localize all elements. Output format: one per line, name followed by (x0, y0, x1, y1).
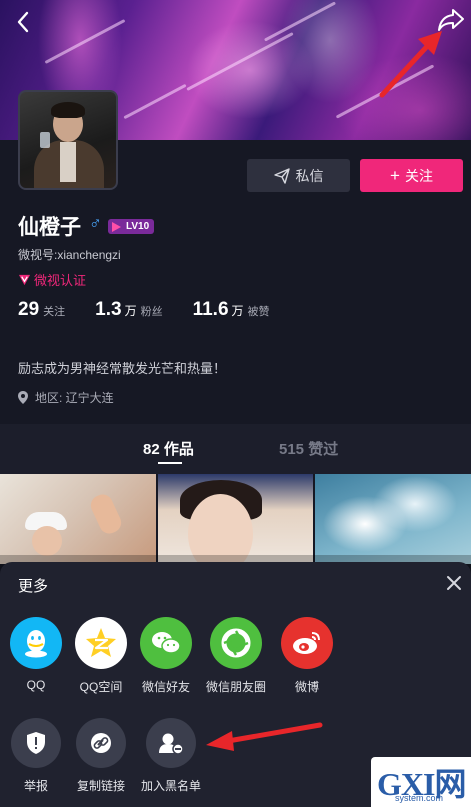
location-label: 地区: 辽宁大连 (35, 391, 114, 405)
add-to-blacklist-button[interactable]: 加入黑名单 (135, 718, 207, 794)
link-icon (76, 718, 126, 768)
wechat-icon (140, 617, 192, 669)
site-watermark-logo: GXI网 system.com (371, 757, 471, 807)
back-button[interactable] (10, 8, 38, 36)
share-label: 微博 (294, 680, 319, 694)
profile-name: 仙橙子 (18, 216, 81, 239)
share-label: 微信朋友圈 (205, 680, 266, 694)
blacklist-user-icon (146, 718, 196, 768)
profile-bio: 励志成为男神经常散发光芒和热量！ (18, 361, 227, 376)
share-qzone[interactable]: QQ空间 (65, 617, 137, 695)
avatar[interactable] (18, 90, 118, 190)
stat-fans[interactable]: 1.3 万 粉丝 (95, 299, 162, 321)
share-button[interactable] (436, 6, 466, 34)
share-weibo[interactable]: 微博 (271, 617, 343, 695)
message-button[interactable]: 私信 (247, 159, 350, 192)
stat-likes: 11.6 万 被赞 (193, 299, 270, 321)
tab-works[interactable]: 82 作品 (143, 438, 194, 459)
share-wechat-friend[interactable]: 微信好友 (130, 617, 202, 695)
content-tabs: 82 作品 515 赞过 (0, 424, 471, 474)
weibo-icon (281, 617, 333, 669)
watermark-sub: system.com (395, 793, 444, 803)
qzone-icon (75, 617, 127, 669)
close-button[interactable] (444, 573, 464, 593)
share-label: QQ (26, 678, 46, 692)
weishi-id: 微视号:xianchengzi (18, 248, 121, 262)
follow-button-label: 关注 (404, 167, 433, 184)
share-label: 微信好友 (141, 680, 190, 694)
male-gender-icon: ♂ (89, 214, 102, 233)
location-pin-icon (18, 391, 28, 404)
sheet-title: 更多 (18, 578, 49, 595)
action-label: 复制链接 (76, 779, 125, 793)
chevron-left-icon (17, 11, 29, 33)
report-button[interactable]: 举报 (0, 718, 72, 794)
plus-icon: + (390, 166, 400, 185)
follow-button[interactable]: + 关注 (360, 159, 463, 192)
qq-icon (10, 617, 62, 669)
video-thumbnail[interactable] (0, 474, 156, 564)
moments-icon (210, 617, 262, 669)
share-qq[interactable]: QQ (0, 617, 72, 692)
stat-label: 关注 (43, 306, 66, 318)
copy-link-button[interactable]: 复制链接 (65, 718, 137, 794)
stat-unit: 万 (124, 304, 137, 318)
stat-label: 粉丝 (140, 306, 163, 318)
profile-page: 私信 + 关注 仙橙子 ♂ LV10 微视号:xianchengzi 微视认证 … (0, 0, 471, 807)
verified-badge: 微视认证 (18, 270, 86, 289)
verified-label: 微视认证 (34, 273, 87, 288)
stat-value: 29 (18, 299, 40, 320)
action-label: 举报 (23, 779, 48, 793)
verified-v-icon (18, 274, 31, 286)
profile-stats: 29 关注 1.3 万 粉丝 11.6 万 被赞 (18, 299, 270, 321)
message-button-label: 私信 (295, 167, 324, 184)
stat-label: 被赞 (247, 306, 270, 318)
paper-plane-icon (273, 167, 290, 184)
share-arrow-icon (438, 9, 464, 31)
profile-location: 地区: 辽宁大连 (18, 389, 114, 406)
share-wechat-moments[interactable]: 微信朋友圈 (200, 617, 272, 695)
report-shield-icon (11, 718, 61, 768)
video-thumbnail[interactable] (157, 474, 314, 564)
video-thumbnail[interactable] (315, 474, 471, 564)
action-label: 加入黑名单 (140, 779, 201, 793)
stat-following[interactable]: 29 关注 (18, 299, 65, 321)
video-grid (0, 474, 471, 564)
stat-value: 1.3 (95, 299, 122, 320)
share-label: QQ空间 (79, 680, 123, 694)
tab-liked[interactable]: 515 赞过 (279, 438, 338, 459)
stat-unit: 万 (231, 304, 244, 318)
level-badge: LV10 (108, 219, 155, 234)
close-icon (447, 576, 461, 590)
active-tab-indicator (158, 462, 182, 464)
stat-value: 11.6 (192, 299, 229, 320)
